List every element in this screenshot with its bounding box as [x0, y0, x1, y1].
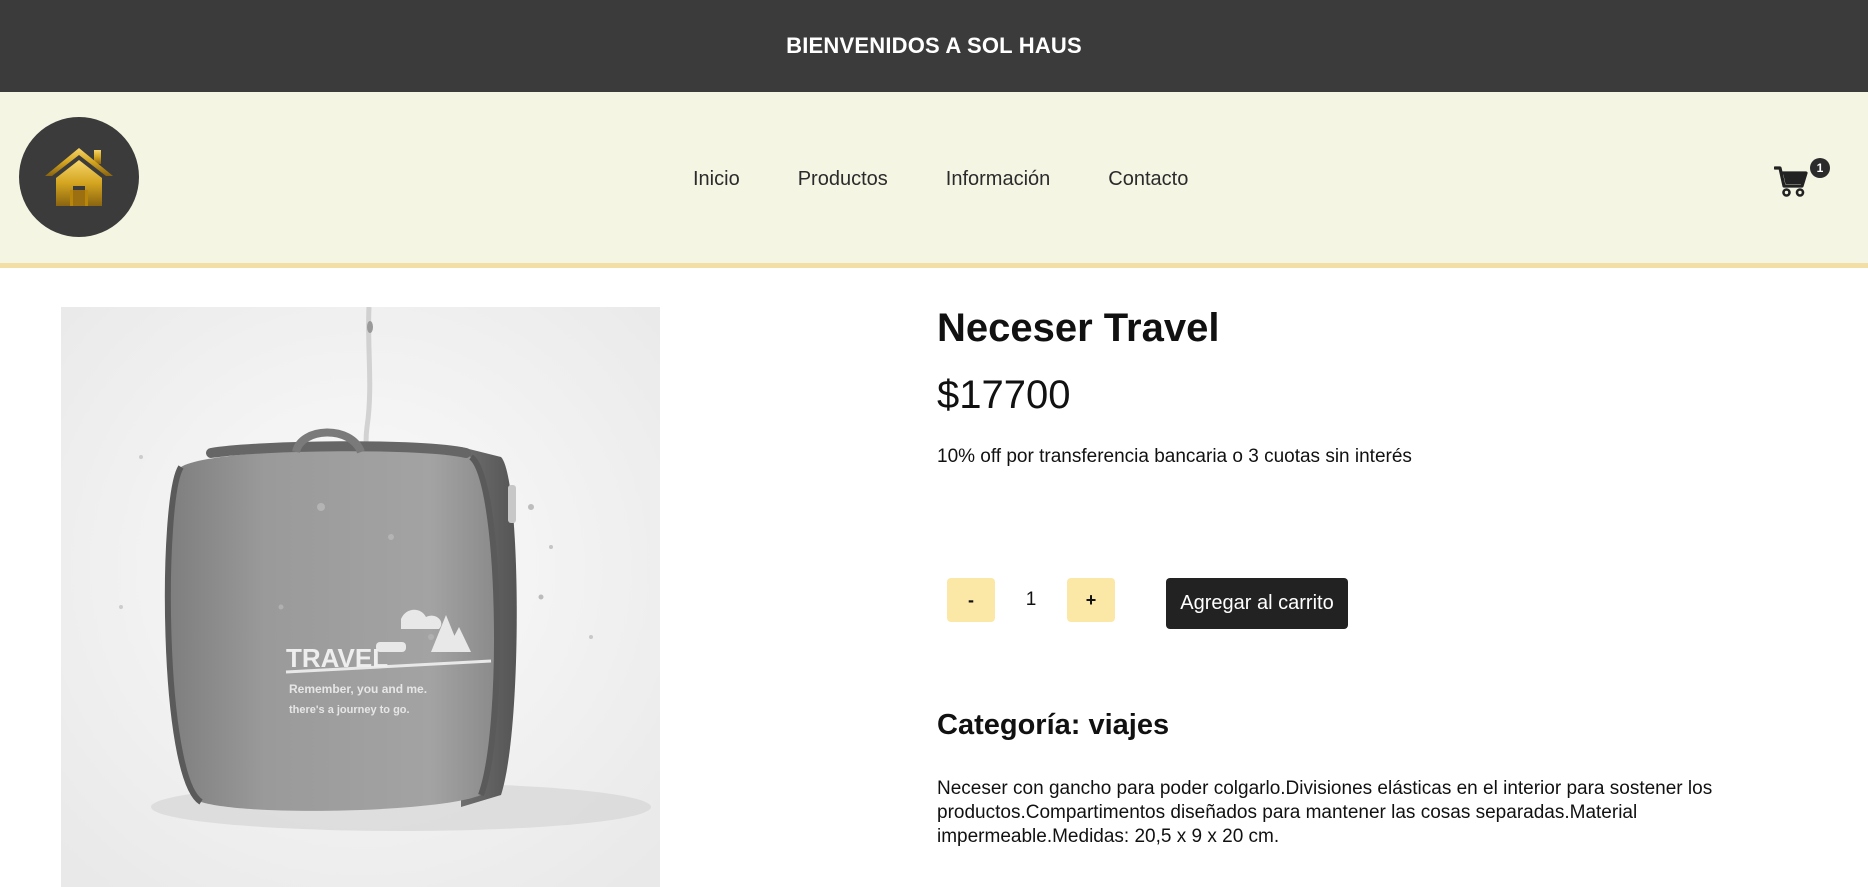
- bag-print-line1: Remember, you and me.: [289, 682, 427, 696]
- cart-icon: [1774, 166, 1808, 197]
- nav-link-productos[interactable]: Productos: [798, 168, 888, 191]
- nav-link-informacion[interactable]: Información: [946, 168, 1051, 191]
- welcome-text: BIENVENIDOS A SOL HAUS: [786, 33, 1082, 58]
- product-description: Neceser con gancho para poder colgarlo.D…: [937, 778, 1713, 847]
- welcome-bar: BIENVENIDOS A SOL HAUS: [0, 0, 1868, 92]
- cart-count-badge: 1: [1810, 158, 1830, 178]
- home-icon: [45, 148, 113, 206]
- product-image: TRAVEL Remember, you and me. there's a j…: [61, 307, 660, 887]
- product-details: Neceser Travel $17700 10% off por transf…: [937, 300, 1797, 468]
- nav-link-inicio[interactable]: Inicio: [693, 168, 740, 191]
- add-to-cart-button[interactable]: Agregar al carrito: [1166, 578, 1348, 629]
- product-title: Neceser Travel: [937, 306, 1220, 350]
- nav-link-contacto[interactable]: Contacto: [1108, 168, 1188, 191]
- product-category: Categoría: viajes: [937, 709, 1170, 741]
- cart-button[interactable]: 1: [1774, 158, 1834, 198]
- navbar: Inicio Productos Información Contacto 1: [0, 92, 1868, 268]
- decrement-button[interactable]: -: [947, 578, 995, 622]
- product-price: $17700: [937, 373, 1071, 417]
- product-promo: 10% off por transferencia bancaria o 3 c…: [937, 446, 1412, 467]
- increment-button[interactable]: +: [1067, 578, 1115, 622]
- home-logo-link[interactable]: [19, 117, 139, 237]
- bag-print-title: TRAVEL: [286, 643, 388, 673]
- toiletry-bag-illustration: TRAVEL Remember, you and me. there's a j…: [61, 307, 660, 887]
- bag-print-line2: there's a journey to go.: [289, 704, 410, 716]
- quantity-stepper: - 1 +: [947, 578, 1115, 622]
- quantity-value: 1: [1025, 589, 1037, 610]
- main-nav: Inicio Productos Información Contacto: [693, 168, 1188, 191]
